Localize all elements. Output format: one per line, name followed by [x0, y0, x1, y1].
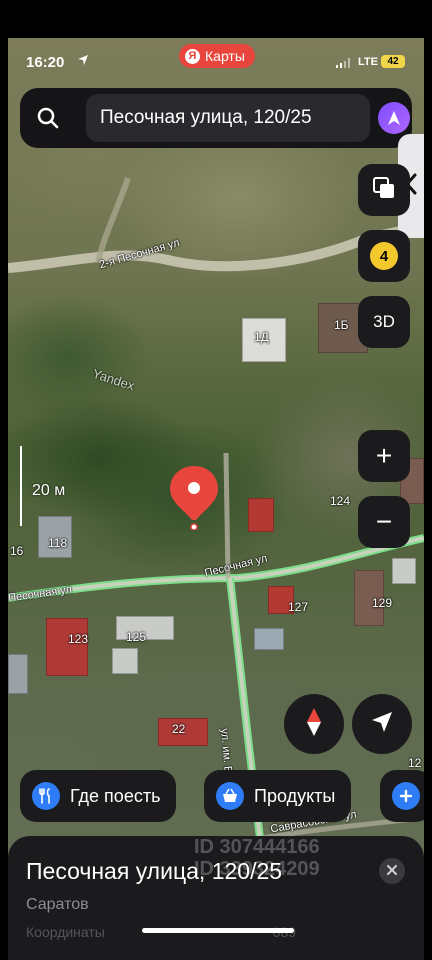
- chip-where-to-eat[interactable]: Где поесть: [20, 770, 177, 822]
- location-pin-icon[interactable]: [168, 464, 220, 531]
- navigation-arrow-icon: [370, 710, 394, 739]
- network-type: LTE: [358, 56, 378, 68]
- house-number: 12: [408, 756, 422, 770]
- close-button[interactable]: [379, 858, 405, 884]
- roof: [46, 618, 88, 676]
- plus-icon: [392, 782, 420, 810]
- listing-watermark: ID 307444166 ID 339324209: [194, 836, 320, 880]
- layers-icon: [372, 176, 396, 205]
- search-input[interactable]: Песочная улица, 120/25: [86, 94, 370, 142]
- battery-icon: 42: [381, 55, 405, 68]
- home-indicator[interactable]: [142, 928, 294, 933]
- traffic-level-badge: 4: [370, 242, 398, 270]
- search-bar: Песочная улица, 120/25: [20, 88, 412, 148]
- more-chips-button[interactable]: [380, 770, 424, 822]
- house-number: 1Б: [334, 318, 349, 332]
- yandex-logo-icon: Я: [185, 48, 200, 64]
- roof: [254, 628, 284, 650]
- roof: [248, 498, 274, 532]
- scale-bar: [20, 446, 22, 526]
- roof: [392, 558, 416, 584]
- chip-groceries[interactable]: Продукты: [204, 770, 352, 822]
- house-number: 123: [68, 632, 89, 646]
- basket-icon: [216, 782, 244, 810]
- roof: [112, 648, 138, 674]
- status-bar: 16:20 Я Карты LTE 42: [8, 38, 424, 84]
- coords-prefix: Координаты: [26, 924, 105, 940]
- zoom-out-button[interactable]: −: [358, 496, 410, 548]
- search-icon[interactable]: [36, 106, 60, 130]
- roof: [8, 654, 28, 694]
- zoom-in-button[interactable]: +: [358, 430, 410, 482]
- my-location-button[interactable]: [352, 694, 412, 754]
- close-icon: [387, 862, 397, 880]
- chip-label: Продукты: [254, 785, 336, 806]
- location-arrow-icon: [77, 54, 89, 69]
- app-badge-label: Карты: [205, 48, 245, 64]
- compass-button[interactable]: [284, 694, 344, 754]
- place-city: Саратов: [26, 896, 89, 913]
- 3d-toggle-button[interactable]: 3D: [358, 296, 410, 348]
- house-number: 125: [126, 630, 147, 644]
- scale-label: 20 м: [32, 482, 66, 499]
- watermark-line: ID 307444166: [194, 836, 320, 858]
- house-number: 129: [372, 596, 393, 610]
- layers-button[interactable]: [358, 164, 410, 216]
- house-number: 16: [10, 544, 24, 558]
- house-number: 1Д: [254, 330, 269, 344]
- watermark-line: ID 339324209: [194, 858, 320, 880]
- app-badge[interactable]: Я Карты: [179, 44, 255, 68]
- battery-level: 42: [387, 56, 399, 67]
- house-number: 22: [172, 722, 186, 736]
- house-number: 118: [48, 536, 68, 550]
- alice-assistant-icon[interactable]: [378, 102, 410, 134]
- compass-icon: [304, 707, 324, 742]
- signal-icon: [336, 58, 350, 68]
- chip-label: Где поесть: [70, 785, 161, 806]
- fork-knife-icon: [32, 782, 60, 810]
- traffic-button[interactable]: 4: [358, 230, 410, 282]
- house-number: 124: [330, 494, 351, 508]
- clock: 16:20: [26, 54, 65, 71]
- app-screen: 2-я Песочная ул Песочная ул Песочная ул …: [8, 38, 424, 960]
- house-number: 127: [288, 600, 309, 614]
